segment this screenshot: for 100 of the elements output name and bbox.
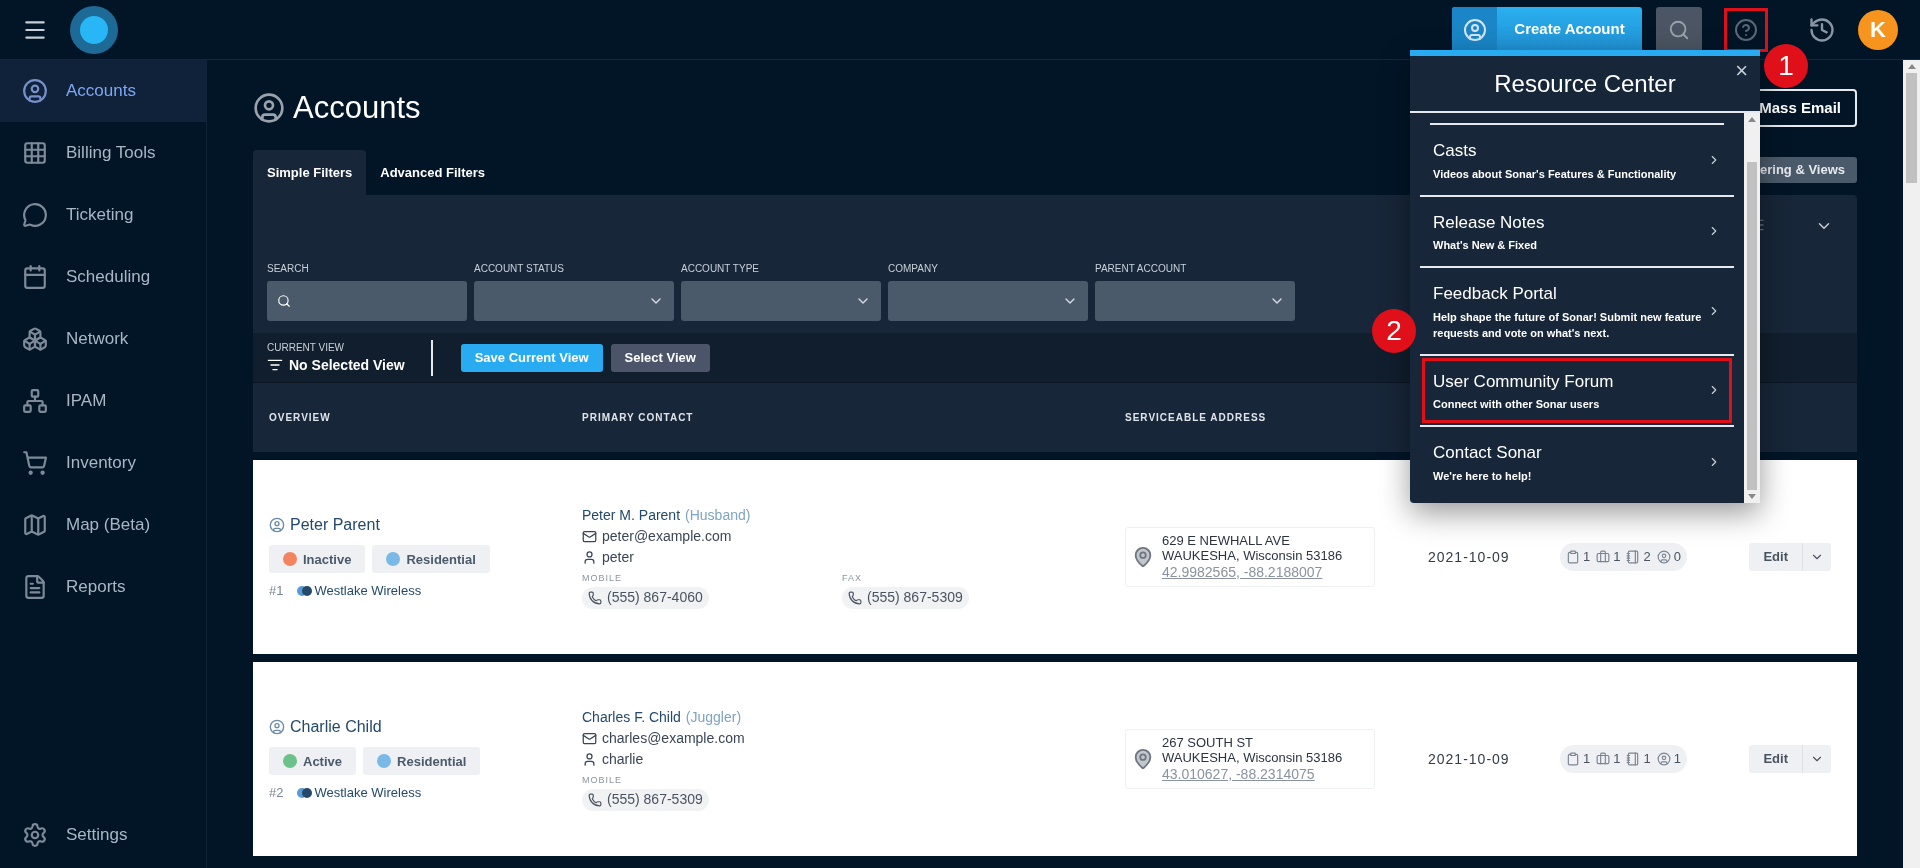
document-icon: [22, 574, 48, 600]
search-icon: [1668, 18, 1690, 41]
resource-title: Contact Sonar: [1433, 442, 1543, 464]
user-icon: [582, 752, 597, 768]
phone-number[interactable]: (555) 867-4060: [582, 586, 709, 609]
filter-icon: [267, 357, 283, 373]
contact-email: peter@example.com: [602, 527, 732, 547]
count-text: 1: [1613, 548, 1621, 567]
contact-relation: (Husband): [685, 506, 751, 526]
boxes-icon: [22, 326, 48, 352]
phone-icon: [848, 590, 862, 605]
sidebar-item[interactable]: Accounts: [0, 60, 206, 122]
count-text: 1: [1583, 750, 1591, 769]
contact-name: Peter M. Parent: [582, 506, 681, 526]
close-button[interactable]: ×: [1735, 60, 1748, 82]
history-icon[interactable]: [1808, 15, 1836, 44]
scrollbar[interactable]: [1744, 113, 1760, 503]
count-text: 0: [1673, 548, 1681, 567]
address-line: WAUKESHA, Wisconsin 53186: [1162, 548, 1343, 563]
column-header: PRIMARY CONTACT: [582, 411, 695, 425]
date-text: 2021-10-09: [1428, 749, 1511, 769]
sidebar-item[interactable]: Network: [0, 308, 206, 370]
filter-label: ACCOUNT TYPE: [681, 262, 760, 276]
company-name[interactable]: Westlake Wireless: [314, 783, 422, 803]
phone-number[interactable]: (555) 867-5309: [842, 586, 969, 609]
filter-tab[interactable]: Simple Filters: [253, 150, 367, 195]
person-icon: [1656, 752, 1671, 766]
contact-name: Charles F. Child: [582, 708, 681, 728]
sidebar-item[interactable]: IPAM: [0, 370, 206, 432]
search-button[interactable]: [1656, 6, 1702, 53]
sidebar-item[interactable]: Scheduling: [0, 246, 206, 308]
briefcase-icon: [1596, 752, 1611, 766]
scroll-up-icon[interactable]: [1748, 117, 1756, 122]
sidebar-item[interactable]: Map (Beta): [0, 494, 206, 556]
resource-subtitle: Videos about Sonar's Features & Functionality: [1433, 166, 1678, 182]
count-text: 1: [1583, 548, 1591, 567]
select-view-button[interactable]: Select View: [610, 343, 710, 372]
current-view-value: No Selected View: [289, 355, 405, 375]
count-text: 1: [1673, 750, 1681, 769]
user-icon: [269, 517, 285, 534]
user-icon: [582, 550, 597, 566]
sidebar-item[interactable]: Reports: [0, 556, 206, 618]
contact-email: charles@example.com: [602, 729, 745, 749]
annotation-badge: 1: [1764, 44, 1808, 88]
search-field[interactable]: [267, 281, 467, 321]
filter-label: SEARCH: [267, 262, 310, 276]
resource-title: Release Notes: [1433, 211, 1546, 234]
page-icon: [253, 92, 285, 124]
scrollbar-thumb[interactable]: [1906, 73, 1917, 183]
resource-title: Feedback Portal: [1433, 283, 1558, 305]
resource-item[interactable]: User Community Forum Connect with other Sonar users: [1422, 357, 1732, 423]
sidebar-item[interactable]: Inventory: [0, 432, 206, 494]
notebook-icon: [1626, 550, 1641, 564]
count-text: 2: [1643, 548, 1651, 567]
select-field[interactable]: [888, 281, 1088, 321]
account-name[interactable]: Peter Parent: [290, 513, 380, 538]
select-field[interactable]: [1095, 281, 1295, 321]
filter-label: ACCOUNT STATUS: [474, 262, 565, 276]
resource-item[interactable]: Contact Sonar We're here to help!: [1422, 429, 1732, 495]
count-text: 1: [1643, 750, 1651, 769]
phone-number[interactable]: (555) 867-5309: [582, 788, 709, 811]
count-text: 1: [1613, 750, 1621, 769]
contact-username: peter: [602, 548, 634, 568]
sidebar-item[interactable]: Ticketing: [0, 184, 206, 246]
account-name[interactable]: Charlie Child: [290, 715, 382, 740]
scrollbar-thumb[interactable]: [1747, 162, 1757, 490]
resource-subtitle: Help shape the future of Sonar! Submit new feature requests and vote on what's next.: [1433, 309, 1703, 341]
current-view-label: CURRENT VIEW: [267, 340, 346, 355]
status-tag: Inactive: [269, 545, 366, 574]
resource-item[interactable]: Release Notes What's New & Fixed: [1422, 198, 1732, 264]
company-name[interactable]: Westlake Wireless: [314, 581, 422, 601]
column-header: SERVICEABLE ADDRESS: [1125, 411, 1267, 425]
page-scrollbar[interactable]: [1903, 60, 1920, 868]
status-tag: Residential: [372, 545, 490, 574]
logo-icon[interactable]: [70, 5, 118, 54]
grid-icon: [22, 140, 48, 166]
map-pin-icon: [1132, 748, 1154, 770]
select-field[interactable]: [474, 281, 674, 321]
phone-icon: [588, 590, 602, 605]
address-line: 267 SOUTH ST: [1162, 735, 1255, 750]
cart-icon: [22, 450, 48, 476]
resource-title: Casts: [1433, 140, 1478, 162]
account-number: #1: [269, 582, 284, 601]
phone-label: MOBILE: [582, 774, 622, 788]
sidebar-item[interactable]: Settings: [0, 804, 206, 866]
sidebar-item[interactable]: Billing Tools: [0, 122, 206, 184]
resource-item[interactable]: Casts Videos about Sonar's Features & Functionality: [1422, 127, 1732, 193]
resource-title: User Community Forum: [1433, 370, 1615, 393]
resource-item[interactable]: Feedback Portal Help shape the future of Sonar! Submit new feature requests and vote on what's next.: [1422, 270, 1732, 352]
popup-title: Resource Center: [1494, 68, 1676, 99]
notebook-icon: [1626, 752, 1641, 766]
map-icon: [22, 512, 48, 538]
status-tag: Residential: [363, 747, 481, 776]
mail-icon: [582, 731, 597, 747]
filter-tab[interactable]: Advanced Filters: [366, 150, 499, 195]
scroll-down-icon[interactable]: [1748, 493, 1756, 499]
resource-subtitle: Connect with other Sonar users: [1433, 397, 1601, 412]
user-icon: [269, 719, 285, 736]
select-field[interactable]: [681, 281, 881, 321]
mail-icon: [582, 529, 597, 545]
